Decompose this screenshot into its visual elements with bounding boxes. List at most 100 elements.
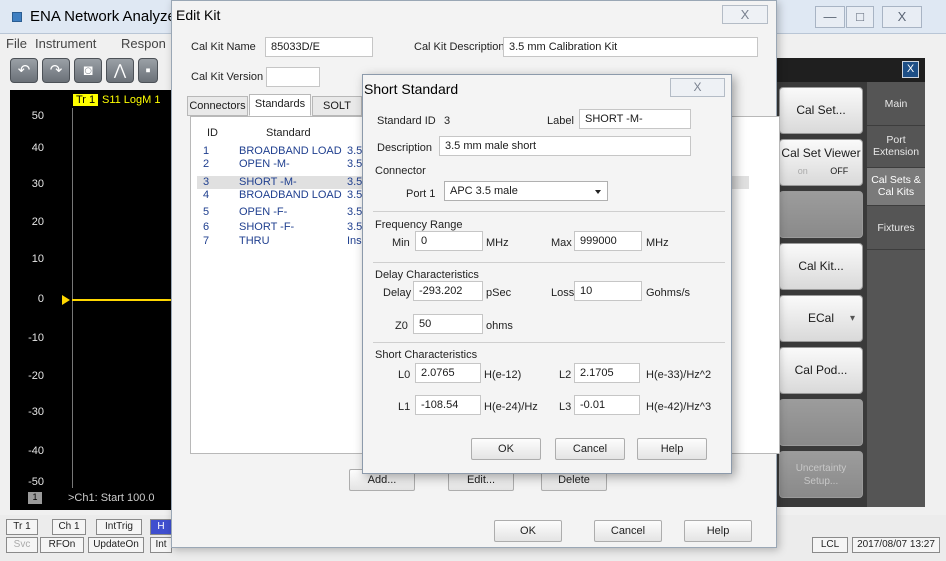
cal-set-viewer-label: Cal Set Viewer — [781, 146, 861, 160]
l2-unit: H(e-33)/Hz^2 — [646, 369, 712, 381]
maximize-button[interactable]: □ — [846, 6, 874, 28]
channel-status-box: 1 — [28, 492, 42, 504]
column-header-standard: Standard — [266, 127, 311, 139]
divider — [373, 262, 725, 263]
port1-connector-select[interactable]: APC 3.5 male — [444, 181, 608, 201]
tab-port-extension[interactable]: Port Extension — [867, 126, 925, 168]
edit-kit-cancel-button[interactable]: Cancel — [594, 520, 662, 542]
min-unit: MHz — [486, 237, 509, 249]
status-svc: Svc — [6, 537, 38, 553]
camera-icon[interactable]: ◙ — [74, 58, 102, 83]
more-icon[interactable]: ▪ — [138, 58, 158, 83]
short-standard-help-button[interactable]: Help — [637, 438, 707, 460]
marker-icon[interactable]: ⋀ — [106, 58, 134, 83]
status-hold[interactable]: H — [150, 519, 172, 535]
trace-plot[interactable]: Tr 1 S11 LogM 1 50 40 30 20 10 0 -10 -20… — [10, 90, 182, 510]
close-button[interactable]: X — [882, 6, 922, 28]
chevron-down-icon — [595, 190, 601, 194]
short-standard-cancel-button[interactable]: Cancel — [555, 438, 625, 460]
short-standard-title: Short Standard — [364, 81, 459, 97]
y-tick-label: 30 — [31, 178, 44, 190]
tab-main[interactable]: Main — [867, 82, 925, 126]
y-tick-label: 20 — [31, 216, 44, 228]
divider — [373, 211, 725, 212]
undo-icon[interactable]: ↶ — [10, 58, 38, 83]
trace-tag[interactable]: Tr 1 — [73, 94, 99, 106]
l2-field[interactable]: 2.1705 — [574, 363, 640, 383]
cal-kit-version-field[interactable] — [266, 67, 320, 87]
cal-kit-name-field[interactable]: 85033D/E — [265, 37, 373, 57]
cal-kit-description-field[interactable]: 3.5 mm Calibration Kit — [503, 37, 758, 57]
status-int: Int — [150, 537, 172, 553]
cal-kit-button[interactable]: Cal Kit... — [779, 243, 863, 290]
menu-instrument[interactable]: Instrument — [35, 36, 96, 51]
ena-app-icon — [12, 12, 22, 22]
l1-field[interactable]: -108.54 — [415, 395, 481, 415]
minimize-button[interactable]: — — [815, 6, 845, 28]
status-datetime: 2017/08/07 13:27 — [852, 537, 940, 553]
l1-unit: H(e-24)/Hz — [484, 401, 538, 413]
plot-left-axis — [72, 108, 73, 488]
label-field[interactable]: SHORT -M- — [579, 109, 691, 129]
edit-kit-close-button[interactable]: X — [722, 5, 768, 24]
softkey-header: X — [775, 58, 925, 82]
status-trigger[interactable]: IntTrig — [96, 519, 142, 535]
cal-set-viewer-button[interactable]: Cal Set Viewer on OFF — [779, 139, 863, 186]
column-header-id: ID — [207, 127, 218, 139]
l3-label: L3 — [559, 401, 572, 413]
menu-file[interactable]: File — [6, 36, 27, 51]
uncertainty-setup-button[interactable]: Uncertainty Setup... — [779, 451, 863, 498]
tab-cal-sets-cal-kits[interactable]: Cal Sets & Cal Kits — [867, 168, 925, 206]
reference-marker-icon[interactable] — [62, 295, 70, 305]
port1-connector-value: APC 3.5 male — [450, 185, 518, 197]
status-trace[interactable]: Tr 1 — [6, 519, 38, 535]
z0-field[interactable]: 50 — [413, 314, 483, 334]
cal-kit-description-label: Cal Kit Description — [414, 41, 505, 53]
cal-set-button[interactable]: Cal Set... — [779, 87, 863, 134]
l1-label: L1 — [398, 401, 411, 413]
status-updateon: UpdateOn — [88, 537, 144, 553]
delay-field[interactable]: -293.202 — [413, 281, 483, 301]
ecal-button[interactable]: ECal ▾ — [779, 295, 863, 342]
edit-kit-ok-button[interactable]: OK — [494, 520, 562, 542]
y-tick-label: 50 — [31, 110, 44, 122]
description-field[interactable]: 3.5 mm male short — [439, 136, 691, 156]
description-label: Description — [377, 142, 433, 154]
short-standard-close-button[interactable]: X — [670, 78, 725, 97]
tab-standards[interactable]: Standards — [249, 94, 311, 116]
short-standard-ok-button[interactable]: OK — [471, 438, 541, 460]
loss-field[interactable]: 10 — [574, 281, 642, 301]
cal-set-viewer-toggle: on OFF — [797, 166, 849, 176]
min-frequency-field[interactable]: 0 — [415, 231, 483, 251]
y-tick-label: 40 — [31, 142, 44, 154]
cal-kit-version-label: Cal Kit Version — [191, 71, 264, 83]
loss-unit: Gohms/s — [646, 287, 691, 299]
cal-pod-button[interactable]: Cal Pod... — [779, 347, 863, 394]
l0-unit: H(e-12) — [484, 369, 522, 381]
y-tick-label: 10 — [31, 253, 44, 265]
redo-icon[interactable]: ↷ — [42, 58, 70, 83]
tab-fixtures[interactable]: Fixtures — [867, 206, 925, 250]
softkey-close-icon[interactable]: X — [902, 61, 919, 78]
y-tick-label: 0 — [37, 293, 44, 305]
edit-kit-help-button[interactable]: Help — [684, 520, 752, 542]
delay-characteristics-group-label: Delay Characteristics — [375, 269, 479, 281]
softkey-empty — [779, 399, 863, 446]
menu-response[interactable]: Respon — [121, 36, 166, 51]
channel-start-text: >Ch1: Start 100.0 — [68, 492, 155, 504]
delay-unit: pSec — [486, 287, 512, 299]
tab-connectors[interactable]: Connectors — [187, 96, 248, 116]
label-label: Label — [547, 115, 574, 127]
trace-label: S11 LogM 1 — [102, 94, 161, 106]
y-tick-label: -50 — [28, 476, 44, 488]
loss-label: Loss — [551, 287, 575, 299]
trace-line — [72, 299, 182, 301]
l0-field[interactable]: 2.0765 — [415, 363, 481, 383]
status-rfon: RFOn — [40, 537, 84, 553]
l3-field[interactable]: -0.01 — [574, 395, 640, 415]
tab-solt[interactable]: SOLT — [312, 96, 362, 116]
max-frequency-field[interactable]: 999000 — [574, 231, 642, 251]
status-channel[interactable]: Ch 1 — [52, 519, 86, 535]
y-tick-label: -10 — [28, 332, 44, 344]
max-unit: MHz — [646, 237, 669, 249]
